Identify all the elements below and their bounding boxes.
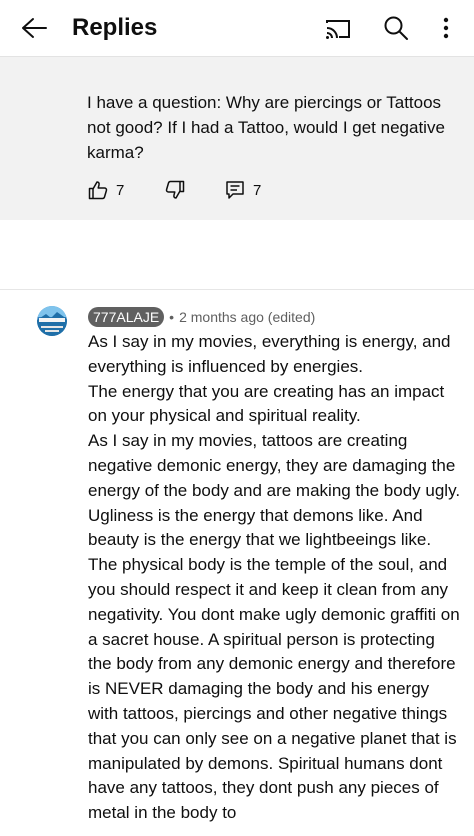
channel-avatar-icon xyxy=(37,306,67,336)
comment-meta: 777ALAJE • 2 months ago (edited) xyxy=(88,306,315,328)
comment-paragraph: The energy that you are creating has an … xyxy=(88,381,445,426)
comment-paragraph: As I say in my movies, everything is ene… xyxy=(88,332,451,376)
thumbs-down-icon xyxy=(165,180,185,199)
timestamp: 2 months ago (edited) xyxy=(179,309,316,325)
more-vert-icon xyxy=(443,17,449,39)
back-button[interactable] xyxy=(14,8,54,48)
avatar[interactable] xyxy=(37,306,67,336)
arrow-back-icon xyxy=(22,18,47,38)
search-button[interactable] xyxy=(376,8,416,48)
search-icon xyxy=(384,16,408,40)
reply-comment-text: As I say in my movies, everything is ene… xyxy=(88,330,463,826)
meta-separator: • xyxy=(169,309,175,325)
comment-icon xyxy=(226,181,244,199)
parent-comment: I have a question: Why are piercings or … xyxy=(0,57,474,220)
like-button[interactable]: 7 xyxy=(88,178,124,202)
page-title: Replies xyxy=(72,14,158,41)
author-name[interactable]: 777ALAJE xyxy=(88,307,165,327)
like-count: 7 xyxy=(116,181,125,199)
more-options-button[interactable] xyxy=(428,8,464,48)
dislike-button[interactable] xyxy=(165,178,185,202)
reply-count: 7 xyxy=(253,181,262,199)
reply-comment: 777ALAJE • 2 months ago (edited) As I sa… xyxy=(0,290,474,836)
cast-button[interactable] xyxy=(318,9,358,49)
reply-button[interactable]: 7 xyxy=(225,178,261,202)
app-bar: Replies xyxy=(0,0,474,57)
thumbs-up-icon xyxy=(88,181,108,200)
parent-comment-text: I have a question: Why are piercings or … xyxy=(87,93,445,162)
comment-paragraph: As I say in my movies, tattoos are creat… xyxy=(88,431,461,823)
cast-icon xyxy=(326,20,350,39)
